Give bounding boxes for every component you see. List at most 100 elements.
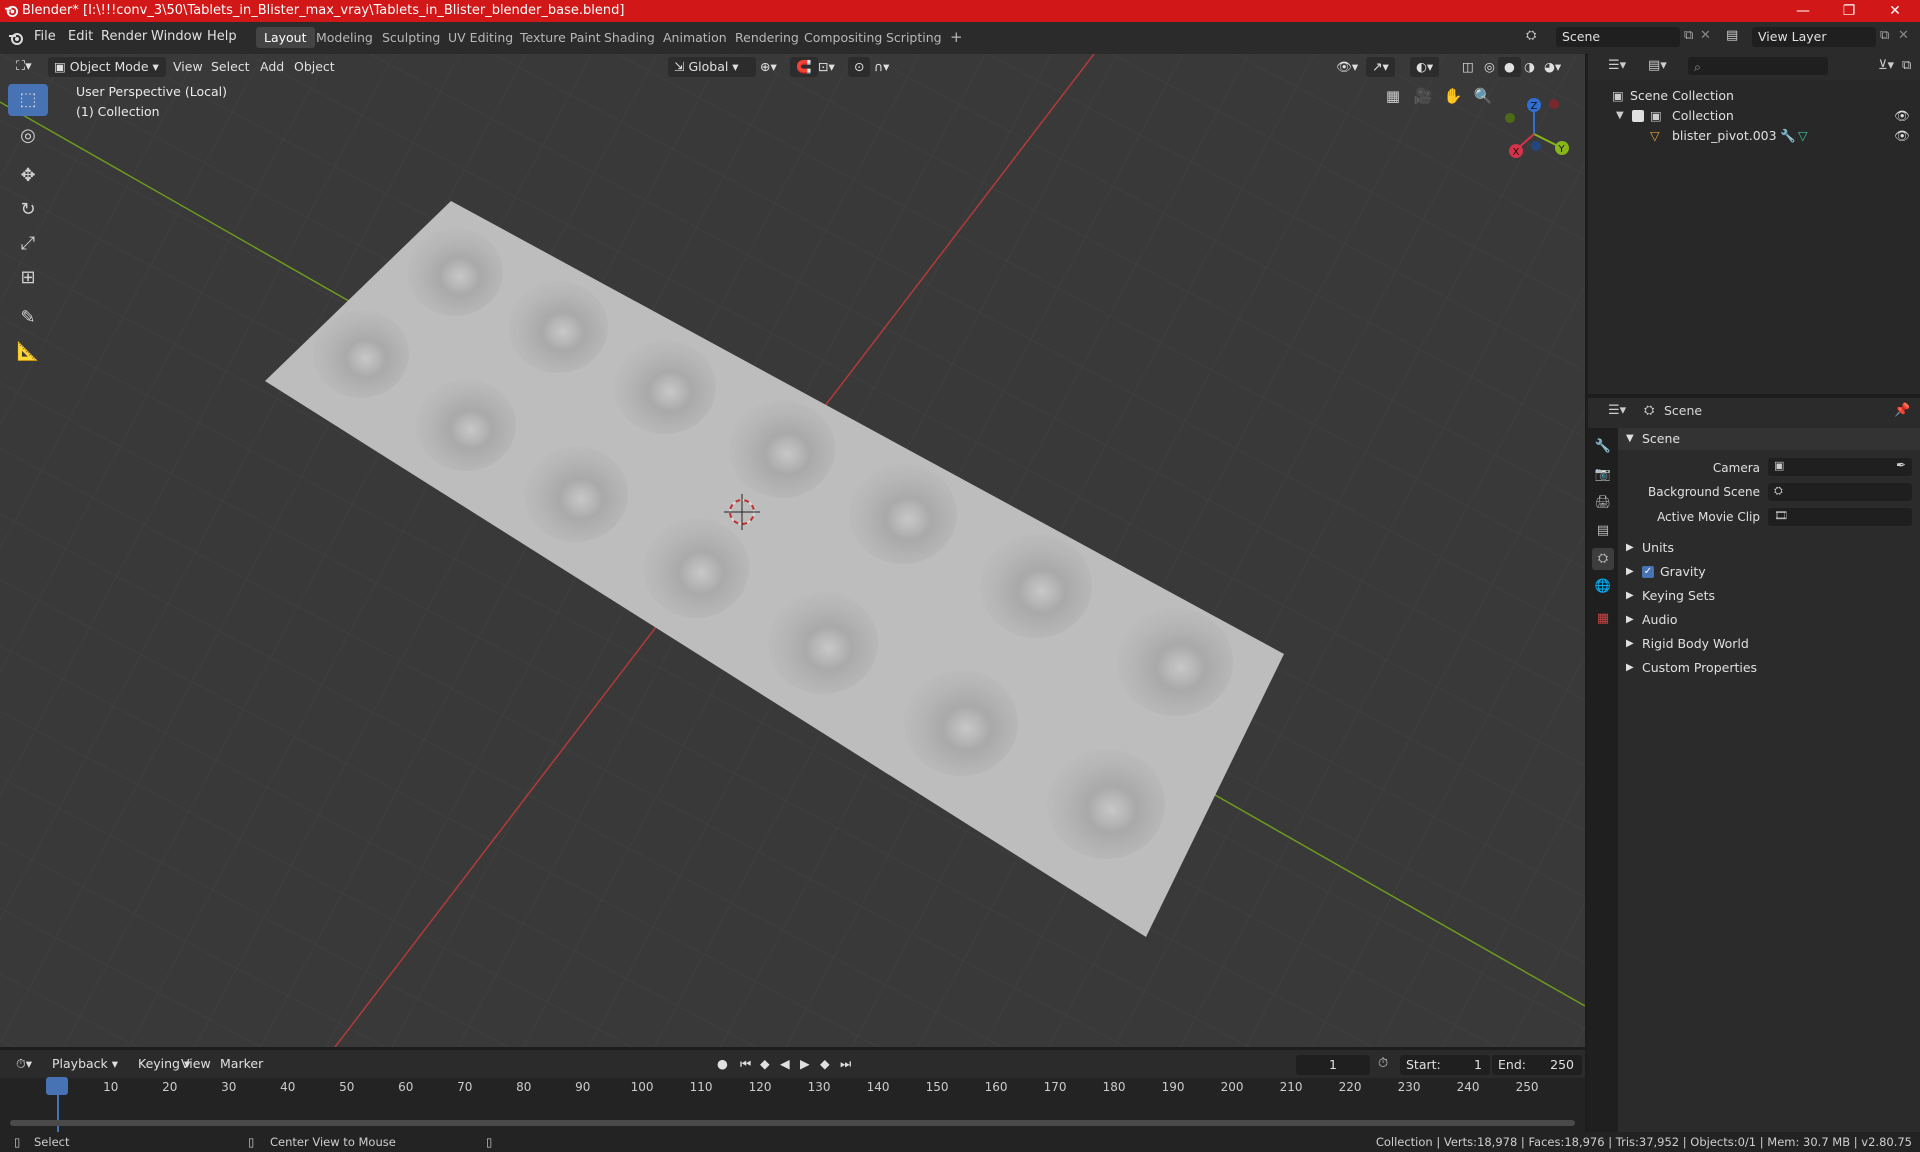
rotate-tool[interactable]: ↻ — [8, 194, 48, 226]
gravity-panel-header[interactable]: ▶ ✓ Gravity — [1618, 561, 1920, 583]
background-scene-field[interactable]: ⛭ — [1768, 483, 1912, 501]
custom-properties-panel-header[interactable]: ▶ Custom Properties — [1618, 657, 1920, 679]
tab-scripting[interactable]: Scripting — [878, 27, 950, 48]
scene-panel-header[interactable]: ▼ Scene — [1618, 428, 1920, 450]
new-view-layer-icon[interactable]: ⧉ — [1880, 28, 1889, 43]
object-visibility-icon[interactable]: 👁 — [1894, 126, 1910, 146]
pan-view-icon[interactable]: ✋ — [1439, 82, 1467, 110]
menu-render[interactable]: Render — [101, 29, 147, 44]
minimize-button[interactable]: — — [1780, 0, 1826, 22]
audio-panel-header[interactable]: ▶ Audio — [1618, 609, 1920, 631]
xray-toggle-icon[interactable]: ◫ — [1456, 57, 1480, 77]
remove-scene-icon[interactable]: ✕ — [1700, 28, 1711, 43]
preview-range-icon[interactable]: ⏱ — [1378, 1056, 1388, 1071]
next-keyframe-button[interactable]: ◆ — [814, 1054, 836, 1074]
add-workspace-button[interactable]: + — [942, 27, 971, 48]
editor-type-icon[interactable]: ⛶▾ — [10, 57, 38, 77]
gizmo-neg-x[interactable] — [1549, 99, 1559, 109]
menu-select[interactable]: Select — [205, 57, 256, 77]
timeline-editor-icon[interactable]: ⏱▾ — [10, 1054, 38, 1074]
tab-compositing[interactable]: Compositing — [796, 27, 890, 48]
keying-sets-panel-header[interactable]: ▶ Keying Sets — [1618, 585, 1920, 607]
menu-window[interactable]: Window — [151, 29, 202, 44]
rigid-body-world-panel-header[interactable]: ▶ Rigid Body World — [1618, 633, 1920, 655]
menu-file[interactable]: File — [34, 29, 56, 44]
outliner-editor-icon[interactable]: ☰▾ — [1608, 58, 1626, 73]
close-button[interactable]: ✕ — [1872, 0, 1918, 22]
tab-sculpting[interactable]: Sculpting — [374, 27, 448, 48]
modifier-icon[interactable]: 🔧 — [1780, 126, 1796, 146]
camera-view-icon[interactable]: 🎥 — [1409, 82, 1437, 110]
timeline-view-menu[interactable]: View — [175, 1054, 217, 1074]
play-reverse-button[interactable]: ◀ — [774, 1054, 796, 1074]
view-layer-selector[interactable]: View Layer — [1752, 27, 1876, 47]
proportional-falloff-icon[interactable]: ∩▾ — [868, 57, 895, 77]
grid-view-icon[interactable]: ▦ — [1379, 82, 1407, 110]
scene-tab-icon[interactable]: ⛭ — [1592, 548, 1614, 570]
camera-field[interactable]: ▣ ✒ — [1768, 458, 1912, 476]
blender-menu-icon[interactable] — [8, 30, 24, 46]
playhead[interactable] — [46, 1077, 68, 1095]
world-tab-icon[interactable]: 🌐 — [1592, 576, 1614, 598]
units-panel-header[interactable]: ▶ Units — [1618, 537, 1920, 559]
remove-view-layer-icon[interactable]: ✕ — [1898, 28, 1909, 43]
menu-add[interactable]: Add — [254, 57, 290, 77]
menu-edit[interactable]: Edit — [68, 29, 93, 44]
maximize-button[interactable]: ❐ — [1826, 0, 1872, 22]
pivot-point-icon[interactable]: ⊕▾ — [754, 57, 783, 77]
filter-icon[interactable]: ⊻▾ — [1878, 58, 1894, 73]
eyedropper-icon[interactable]: ✒ — [1896, 458, 1906, 472]
view-layer-tab-icon[interactable]: ▤ — [1592, 520, 1614, 542]
expand-arrow-icon[interactable]: ▼ — [1616, 106, 1624, 126]
current-frame-field[interactable]: 1 — [1296, 1055, 1370, 1075]
annotate-tool[interactable]: ✎ — [8, 302, 48, 334]
playback-menu[interactable]: Playback ▾ — [46, 1054, 124, 1074]
active-movie-clip-field[interactable]: 🎞 — [1768, 508, 1912, 526]
menu-view[interactable]: View — [167, 57, 209, 77]
tab-layout[interactable]: Layout — [256, 27, 315, 48]
display-mode-icon[interactable]: ▤▾ — [1648, 58, 1667, 73]
pin-icon[interactable]: 📌 — [1894, 403, 1910, 418]
start-frame-field[interactable]: Start: 1 — [1400, 1055, 1490, 1075]
tool-tab-icon[interactable]: 🔧 — [1592, 436, 1614, 458]
jump-end-button[interactable]: ⏭ — [834, 1054, 857, 1074]
select-box-tool[interactable]: ⬚ — [8, 84, 48, 116]
outliner-search-input[interactable]: ⌕ — [1688, 57, 1828, 75]
menu-object[interactable]: Object — [288, 57, 341, 77]
mesh-data-icon[interactable]: ▽ — [1798, 126, 1808, 146]
outliner-row-scene-collection[interactable]: ▣ Scene Collection — [1588, 86, 1920, 106]
snap-target-icon[interactable]: ⊡▾ — [812, 57, 841, 77]
end-frame-field[interactable]: End: 250 — [1492, 1055, 1582, 1075]
timeline-scrollbar[interactable] — [10, 1120, 1575, 1126]
visibility-filter-icon[interactable]: 👁▾ — [1330, 57, 1364, 77]
tab-uv-editing[interactable]: UV Editing — [440, 27, 521, 48]
gizmo-neg-z[interactable] — [1531, 141, 1541, 151]
new-scene-icon[interactable]: ⧉ — [1684, 28, 1693, 43]
menu-help[interactable]: Help — [207, 29, 237, 44]
tab-texture-paint[interactable]: Texture Paint — [512, 27, 609, 48]
new-collection-icon[interactable]: ⧉ — [1902, 58, 1911, 73]
play-button[interactable]: ▶ — [794, 1054, 816, 1074]
tab-modeling[interactable]: Modeling — [308, 27, 381, 48]
transform-tool[interactable]: ⊞ — [8, 262, 48, 294]
gizmo-neg-y[interactable] — [1505, 113, 1515, 123]
outliner-row-collection[interactable]: ▼ ▣ Collection 👁 — [1588, 106, 1920, 126]
output-tab-icon[interactable]: 🖨 — [1592, 492, 1614, 514]
zoom-view-icon[interactable]: 🔍 — [1469, 82, 1497, 110]
scene-selector[interactable]: Scene — [1556, 27, 1680, 47]
prev-keyframe-button[interactable]: ◆ — [754, 1054, 776, 1074]
properties-editor-icon[interactable]: ☰▾ — [1608, 403, 1626, 418]
3d-viewport[interactable]: ⛶▾ ▣ Object Mode ▾ View Select Add Objec… — [0, 54, 1585, 1047]
marker-menu[interactable]: Marker — [214, 1054, 269, 1074]
overlay-toggle-icon[interactable]: ◐▾ — [1410, 57, 1440, 77]
texture-tab-icon[interactable]: ▦ — [1592, 608, 1614, 630]
rendered-shading-icon[interactable]: ◕▾ — [1538, 57, 1567, 77]
collection-checkbox[interactable] — [1632, 110, 1644, 122]
measure-tool[interactable]: 📐 — [8, 336, 48, 368]
tab-animation[interactable]: Animation — [655, 27, 735, 48]
move-tool[interactable]: ✥ — [8, 160, 48, 192]
navigation-gizmo[interactable]: Z Y X — [1494, 90, 1574, 170]
viewport-scene[interactable] — [0, 54, 1585, 1047]
collection-visibility-icon[interactable]: 👁 — [1894, 106, 1910, 126]
cursor-tool[interactable]: ◎ — [8, 120, 48, 152]
